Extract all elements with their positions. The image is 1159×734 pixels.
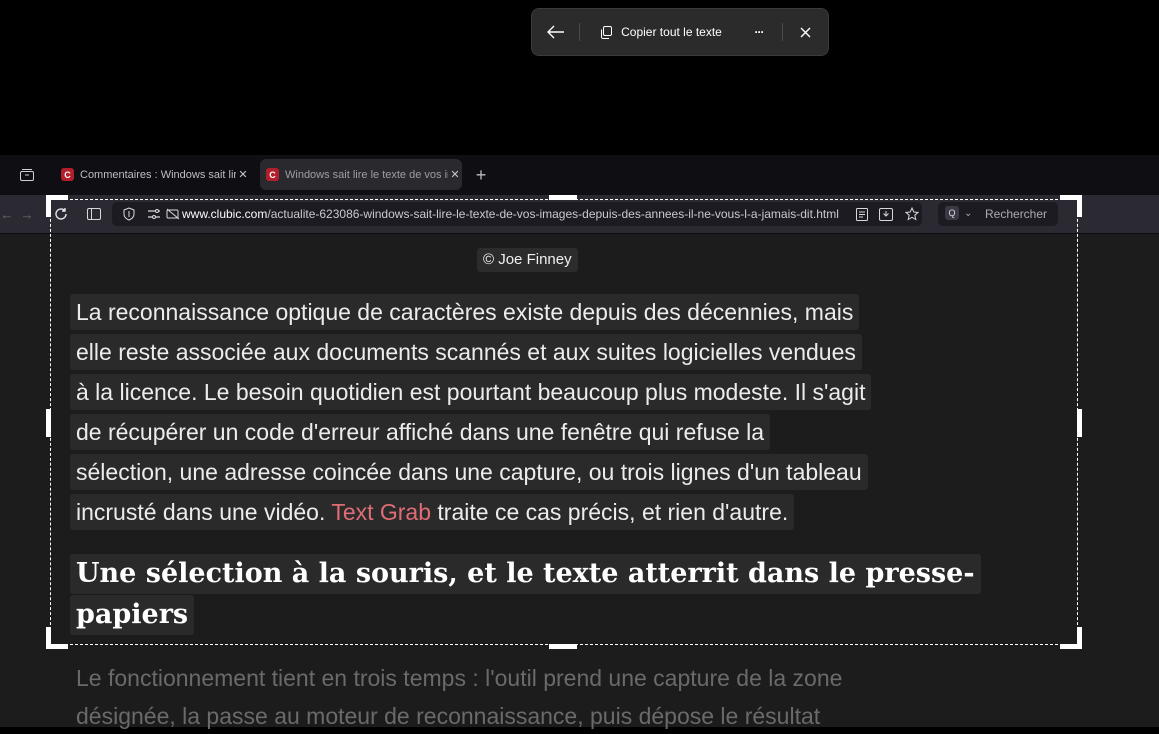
paragraph-line: La reconnaissance optique de caractères … bbox=[70, 294, 860, 330]
faded-paragraph-line: désignée, la passe au moteur de reconnai… bbox=[76, 703, 821, 729]
url-path: /actualite-623086-windows-sait-lire-le-t… bbox=[267, 207, 839, 221]
selection-handle[interactable] bbox=[1077, 195, 1082, 217]
search-placeholder: Rechercher bbox=[985, 207, 1048, 221]
tab-title: Windows sait lire le texte de vos images bbox=[285, 168, 448, 181]
tab-close-icon[interactable]: ✕ bbox=[448, 168, 462, 181]
url-domain: www.clubic.com bbox=[182, 207, 268, 221]
tab-comments[interactable]: C Commentaires : Windows sait lire le te… bbox=[55, 159, 250, 190]
paragraph-line: elle reste associée aux documents scanné… bbox=[70, 334, 862, 370]
tab-bar: C Commentaires : Windows sait lire le te… bbox=[0, 155, 1159, 195]
shield-icon[interactable] bbox=[120, 205, 138, 223]
tab-close-icon[interactable]: ✕ bbox=[236, 168, 250, 181]
sidebar-icon[interactable] bbox=[85, 205, 103, 223]
selection-handle[interactable] bbox=[1077, 627, 1082, 649]
copy-icon bbox=[601, 25, 613, 39]
search-box[interactable]: Q ⌄ Rechercher bbox=[938, 202, 1058, 226]
close-icon bbox=[800, 27, 810, 37]
paragraph-line: à la licence. Le besoin quotidien est po… bbox=[70, 374, 872, 410]
copy-all-text-label: Copier tout le texte bbox=[621, 25, 722, 39]
tab-groups-icon[interactable] bbox=[18, 166, 36, 184]
selection-handle[interactable] bbox=[46, 409, 51, 437]
selection-handle[interactable] bbox=[549, 644, 577, 649]
search-engine-icon[interactable]: Q bbox=[945, 206, 959, 220]
tab-article[interactable]: C Windows sait lire le texte de vos imag… bbox=[260, 159, 462, 190]
line-prefix: incrusté dans une vidéo. bbox=[76, 499, 332, 525]
clubic-favicon: C bbox=[61, 168, 74, 181]
text-grab-link[interactable]: Text Grab bbox=[331, 499, 431, 525]
url-text[interactable]: www.clubic.com/actualite-623086-windows-… bbox=[182, 202, 842, 224]
new-tab-button[interactable]: + bbox=[472, 165, 490, 185]
paragraph-line: de récupérer un code d'erreur affiché da… bbox=[70, 414, 771, 450]
browser-window: C Commentaires : Windows sait lire le te… bbox=[0, 155, 1159, 729]
more-icon: ··· bbox=[754, 25, 765, 39]
forward-arrow-icon[interactable]: → bbox=[18, 205, 36, 223]
arrow-left-icon bbox=[547, 25, 564, 39]
selection-handle[interactable] bbox=[46, 195, 51, 217]
back-button[interactable] bbox=[536, 9, 576, 55]
more-button[interactable]: ··· bbox=[744, 9, 774, 55]
faded-paragraph-line: Le fonctionnement tient en trois temps :… bbox=[76, 665, 843, 691]
chevron-down-icon[interactable]: ⌄ bbox=[964, 204, 972, 224]
nav-toolbar: ← → www.clubic.com/actualite-623086-wind… bbox=[0, 195, 1159, 234]
image-credit: © Joe Finney bbox=[477, 248, 578, 272]
reader-view-icon[interactable] bbox=[853, 205, 871, 223]
paragraph-line: sélection, une adresse coincée dans une … bbox=[70, 454, 868, 490]
selection-handle[interactable] bbox=[1077, 409, 1082, 437]
section-heading: Une sélection à la souris, et le texte a… bbox=[70, 554, 981, 594]
back-arrow-icon[interactable]: ← bbox=[0, 205, 16, 223]
line-suffix: traite ce cas précis, et rien d'autre. bbox=[431, 499, 789, 525]
permissions-icon[interactable] bbox=[145, 205, 163, 223]
snip-toolbar: Copier tout le texte ··· bbox=[531, 8, 829, 56]
selection-handle[interactable] bbox=[46, 627, 51, 649]
star-icon[interactable] bbox=[903, 205, 921, 223]
section-heading-cont: papiers bbox=[70, 595, 195, 635]
copy-all-text-button[interactable]: Copier tout le texte bbox=[584, 9, 738, 55]
tab-title: Commentaires : Windows sait lire le text… bbox=[80, 168, 236, 181]
clubic-favicon: C bbox=[266, 168, 279, 181]
reload-icon[interactable] bbox=[52, 205, 70, 223]
selection-handle[interactable] bbox=[549, 195, 577, 200]
tracking-icon[interactable] bbox=[164, 205, 182, 223]
save-to-pocket-icon[interactable] bbox=[877, 205, 895, 223]
page-content: © Joe Finney La reconnaissance optique d… bbox=[0, 234, 1159, 729]
url-bar[interactable]: www.clubic.com/actualite-623086-windows-… bbox=[112, 202, 922, 226]
close-button[interactable] bbox=[788, 9, 822, 55]
paragraph-line-last: incrusté dans une vidéo. Text Grab trait… bbox=[70, 494, 795, 530]
